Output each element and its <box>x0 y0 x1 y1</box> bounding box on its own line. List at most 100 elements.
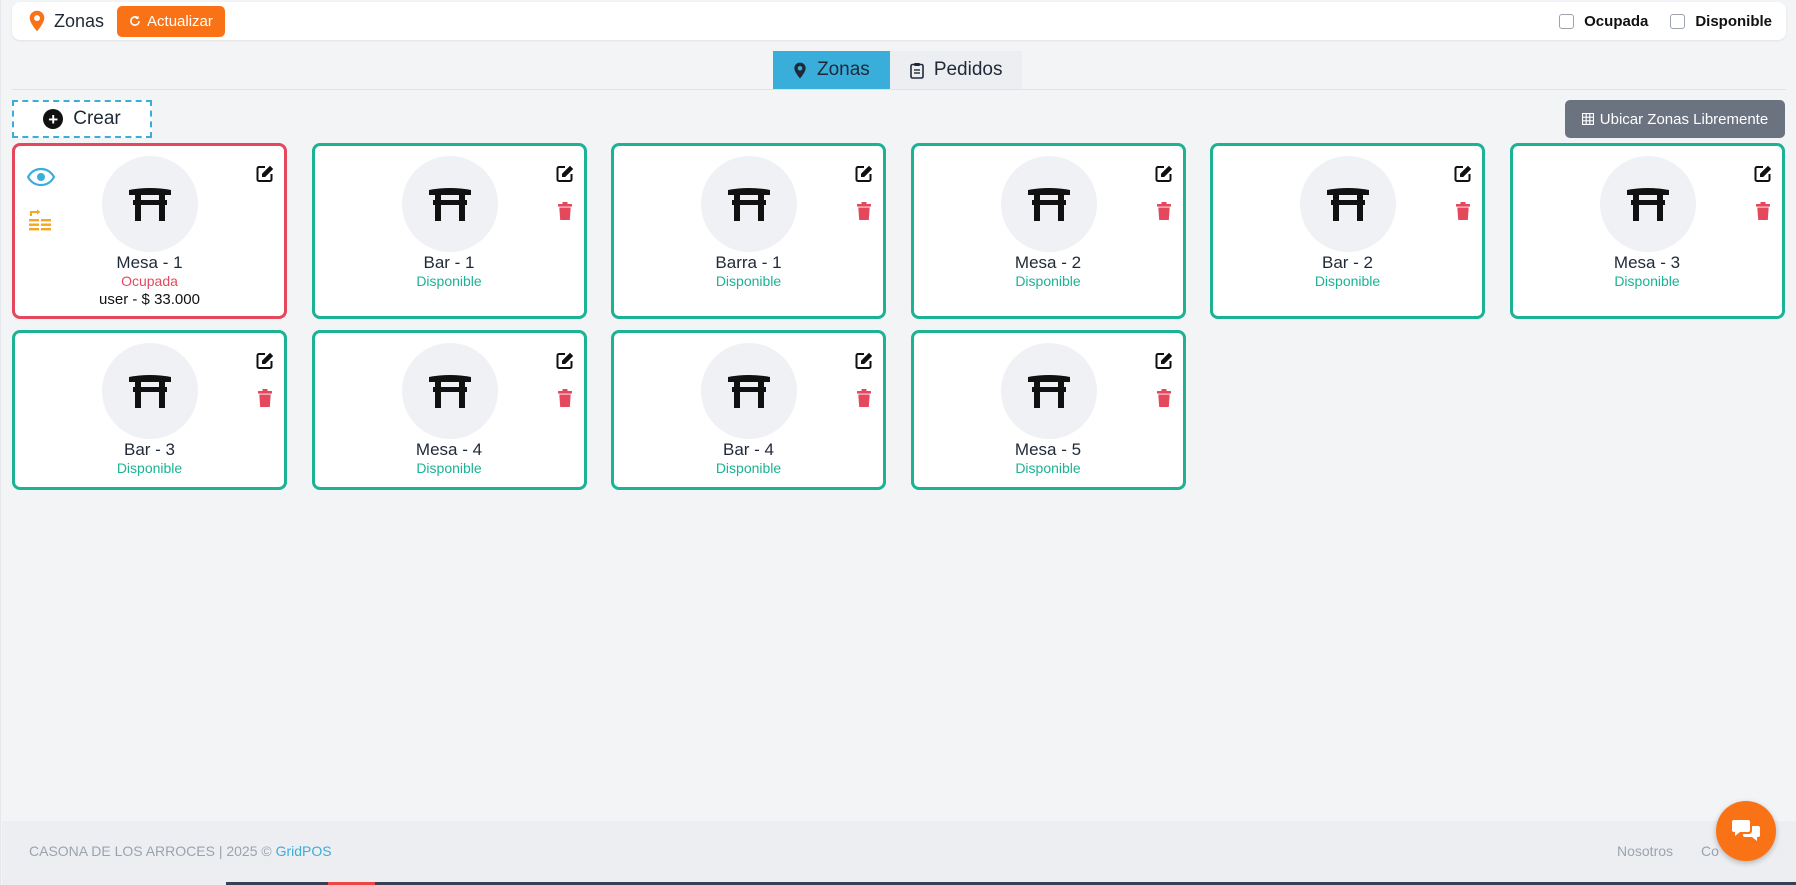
edit-icon[interactable] <box>253 162 277 186</box>
filter-available-label: Disponible <box>1695 12 1772 30</box>
table-icon <box>1300 156 1396 252</box>
zone-name: Bar - 4 <box>722 440 775 459</box>
refresh-label: Actualizar <box>147 12 213 30</box>
zone-card[interactable]: Mesa - 3 Disponible <box>1509 143 1785 319</box>
delete-trash-icon[interactable] <box>1751 199 1775 223</box>
zone-status: Ocupada <box>121 273 178 289</box>
filter-available[interactable]: Disponible <box>1670 13 1772 30</box>
filter-occupied[interactable]: Ocupada <box>1559 13 1648 30</box>
footer-link-contacto[interactable]: Co <box>1701 843 1719 859</box>
tab-zonas[interactable]: Zonas <box>773 51 890 89</box>
edit-icon[interactable] <box>1152 162 1176 186</box>
create-zone-button[interactable]: + Crear <box>12 100 152 138</box>
zone-status: Disponible <box>1015 273 1081 289</box>
zone-card[interactable]: Barra - 1 Disponible <box>611 143 886 319</box>
zone-status: Disponible <box>416 460 482 476</box>
refresh-icon <box>130 15 140 26</box>
location-pin-icon <box>29 10 45 32</box>
grid-icon <box>1581 113 1594 125</box>
create-label: Crear <box>73 108 121 129</box>
edit-icon[interactable] <box>852 162 876 186</box>
table-icon <box>701 343 797 439</box>
table-icon <box>1599 156 1696 252</box>
zone-name: Mesa - 4 <box>415 440 483 459</box>
delete-trash-icon[interactable] <box>852 199 876 223</box>
zone-card[interactable]: Bar - 3 Disponible <box>12 330 287 490</box>
tab-pedidos-label: Pedidos <box>933 59 1003 80</box>
footer-copyright: CASONA DE LOS ARROCES | 2025 © GridPOS <box>29 843 332 859</box>
transfer-icon[interactable] <box>28 208 52 232</box>
zone-card[interactable]: Bar - 4 Disponible <box>611 330 886 490</box>
edit-icon[interactable] <box>852 349 876 373</box>
delete-trash-icon[interactable] <box>1451 199 1475 223</box>
zone-name: Mesa - 5 <box>1014 440 1082 459</box>
footer-brand-link[interactable]: GridPOS <box>276 843 332 859</box>
filter-occupied-checkbox[interactable] <box>1559 13 1575 29</box>
app-page: Zonas Actualizar Ocupada Disponible Zona… <box>0 0 1796 885</box>
zone-card[interactable]: Mesa - 2 Disponible <box>910 143 1186 319</box>
plus-circle-icon: + <box>43 109 64 129</box>
locate-label: Ubicar Zonas Libremente <box>1599 110 1769 128</box>
delete-trash-icon[interactable] <box>553 386 577 410</box>
zone-status: Disponible <box>116 460 183 476</box>
locate-zones-button[interactable]: Ubicar Zonas Libremente <box>1565 100 1785 138</box>
footer-copyright-text: CASONA DE LOS ARROCES | 2025 © <box>29 843 272 859</box>
zone-name: Mesa - 2 <box>1014 253 1082 272</box>
edit-icon[interactable] <box>1751 162 1775 186</box>
chat-bubbles-icon <box>1732 820 1760 841</box>
filter-occupied-label: Ocupada <box>1584 12 1649 30</box>
zone-card[interactable]: Bar - 1 Disponible <box>311 143 587 319</box>
zone-card[interactable]: Bar - 2 Disponible <box>1210 143 1485 319</box>
refresh-button[interactable]: Actualizar <box>117 5 225 37</box>
map-pin-icon <box>794 62 806 78</box>
view-tabs: Zonas Pedidos <box>773 51 1023 89</box>
zone-name: Mesa - 3 <box>1613 253 1681 272</box>
zone-card[interactable]: Mesa - 5 Disponible <box>910 330 1186 490</box>
table-icon <box>1000 156 1097 252</box>
zone-status: Disponible <box>715 460 782 476</box>
footer: CASONA DE LOS ARROCES | 2025 © GridPOS N… <box>2 821 1796 885</box>
delete-trash-icon[interactable] <box>1152 199 1176 223</box>
zone-card[interactable]: Mesa - 4 Disponible <box>311 330 587 490</box>
page-title: Zonas <box>54 10 105 31</box>
tab-pedidos[interactable]: Pedidos <box>889 51 1023 89</box>
edit-icon[interactable] <box>1152 349 1176 373</box>
table-icon <box>401 156 498 252</box>
zone-name: Bar - 1 <box>423 253 475 272</box>
zone-status: Disponible <box>1614 273 1680 289</box>
footer-links: Nosotros Co <box>1617 843 1719 859</box>
table-icon <box>102 156 198 252</box>
table-icon <box>701 156 797 252</box>
zone-status: Disponible <box>1015 460 1081 476</box>
zone-status: Disponible <box>1314 273 1381 289</box>
table-icon <box>102 343 198 439</box>
zone-name: Bar - 3 <box>123 440 176 459</box>
zone-name: Barra - 1 <box>715 253 782 272</box>
chat-button[interactable] <box>1716 801 1776 861</box>
zone-name: Mesa - 1 <box>116 253 183 272</box>
zone-status: Disponible <box>416 273 482 289</box>
tab-divider <box>12 89 1786 90</box>
brand: Zonas <box>28 10 104 32</box>
table-icon <box>1000 343 1097 439</box>
zone-card[interactable]: Mesa - 1 Ocupada user - $ 33.000 <box>12 143 287 319</box>
delete-trash-icon[interactable] <box>253 386 277 410</box>
top-bar: Zonas Actualizar Ocupada Disponible <box>12 2 1786 40</box>
zone-order-summary: user - $ 33.000 <box>99 291 200 308</box>
view-eye-icon[interactable] <box>26 165 56 189</box>
edit-icon[interactable] <box>253 349 277 373</box>
edit-icon[interactable] <box>553 349 577 373</box>
tab-zonas-label: Zonas <box>817 59 870 80</box>
delete-trash-icon[interactable] <box>852 386 876 410</box>
status-filters: Ocupada Disponible <box>1559 13 1772 30</box>
edit-icon[interactable] <box>1451 162 1475 186</box>
footer-link-nosotros[interactable]: Nosotros <box>1617 843 1673 859</box>
clipboard-icon <box>910 62 924 79</box>
zone-status: Disponible <box>715 273 782 289</box>
table-icon <box>401 343 498 439</box>
edit-icon[interactable] <box>553 162 577 186</box>
filter-available-checkbox[interactable] <box>1670 13 1686 29</box>
zone-name: Bar - 2 <box>1321 253 1374 272</box>
delete-trash-icon[interactable] <box>553 199 577 223</box>
delete-trash-icon[interactable] <box>1152 386 1176 410</box>
